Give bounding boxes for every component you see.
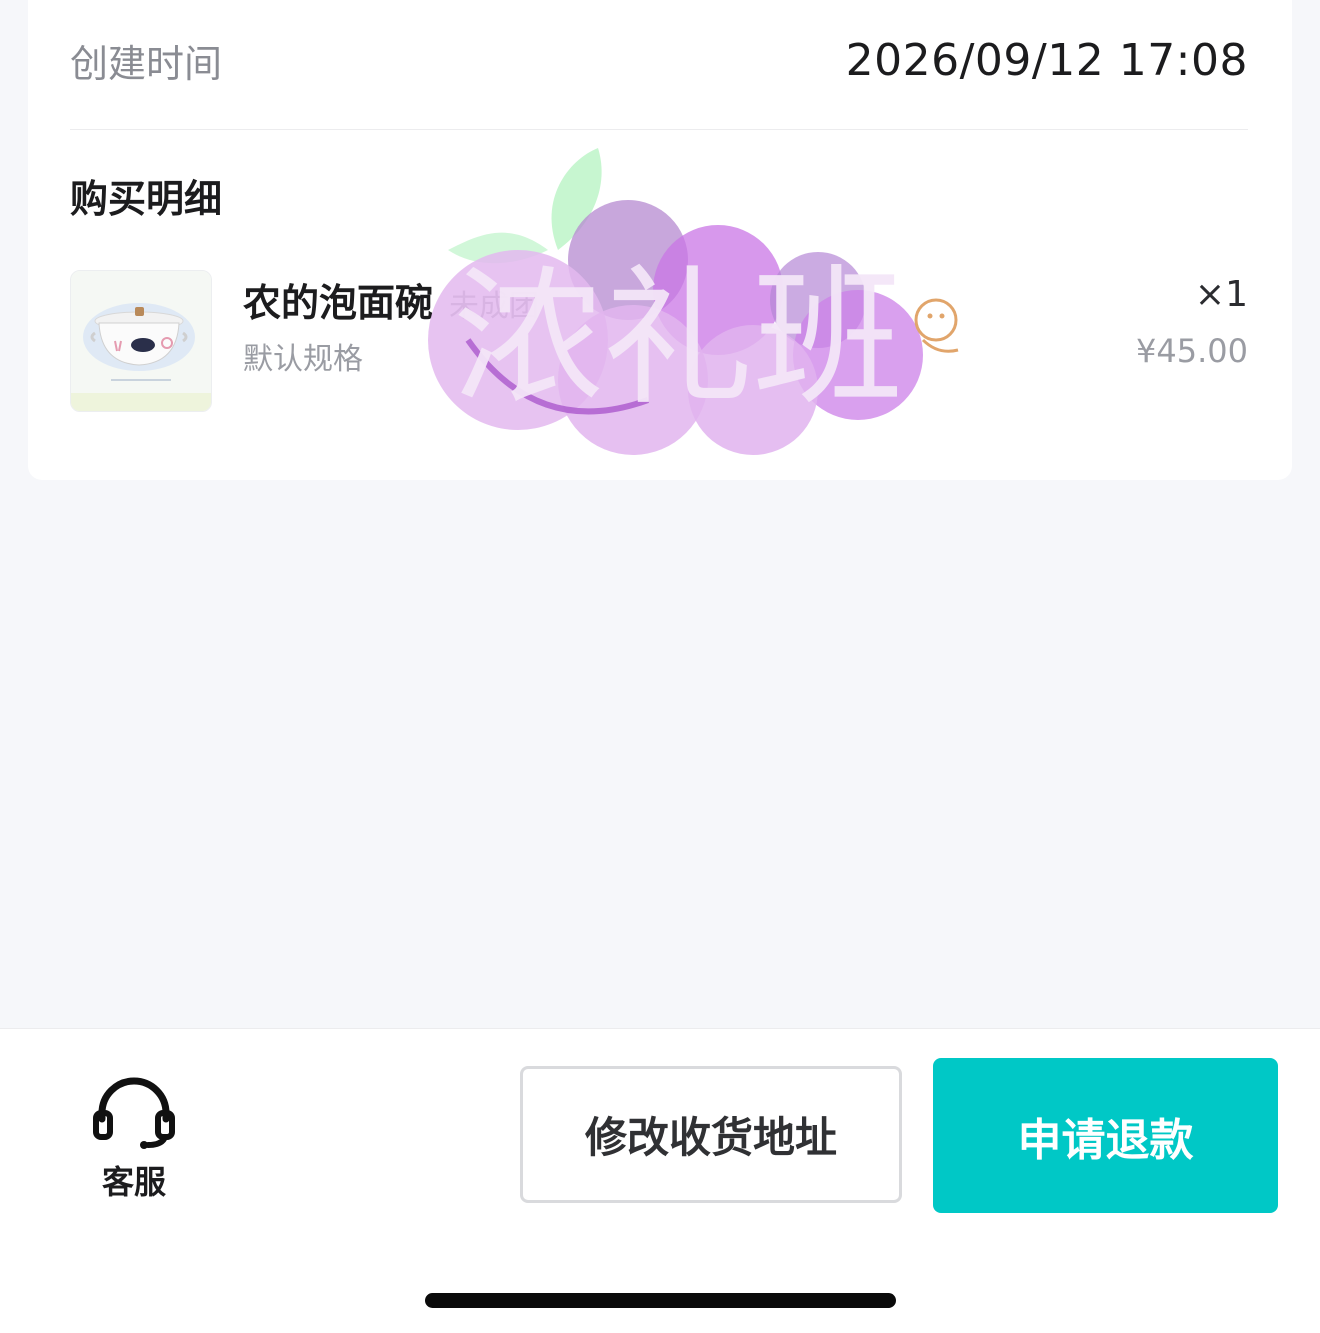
product-spec: 默认规格: [243, 342, 363, 377]
bottom-action-bar: 客服 修改收货地址 申请退款: [0, 1028, 1320, 1333]
bowl-image-icon: [71, 271, 211, 411]
created-time-label: 创建时间: [70, 41, 223, 86]
product-quantity: ×1: [1194, 274, 1248, 315]
home-indicator: [425, 1293, 896, 1308]
group-status-badge: 未成团: [449, 289, 540, 324]
purchase-details-title: 购买明细: [70, 177, 223, 221]
divider: [70, 129, 1248, 130]
change-address-button[interactable]: 修改收货地址: [520, 1066, 902, 1203]
created-time-row: 创建时间 2026/09/12 17:08: [70, 30, 1248, 90]
customer-service-label: 客服: [101, 1163, 166, 1201]
product-name-row[interactable]: 农的泡面碗 未成团: [243, 272, 539, 327]
request-refund-button[interactable]: 申请退款: [933, 1058, 1278, 1213]
headset-icon: [93, 1077, 175, 1149]
product-price: ¥45.00: [1136, 332, 1248, 370]
created-time-value: 2026/09/12 17:08: [845, 34, 1248, 86]
product-name: 农的泡面碗: [243, 281, 434, 325]
customer-service-button[interactable]: 客服: [84, 1077, 184, 1207]
product-thumbnail[interactable]: [70, 270, 212, 412]
order-detail-card: 创建时间 2026/09/12 17:08 购买明细 农的泡面碗 未成团 默认规…: [28, 0, 1292, 480]
